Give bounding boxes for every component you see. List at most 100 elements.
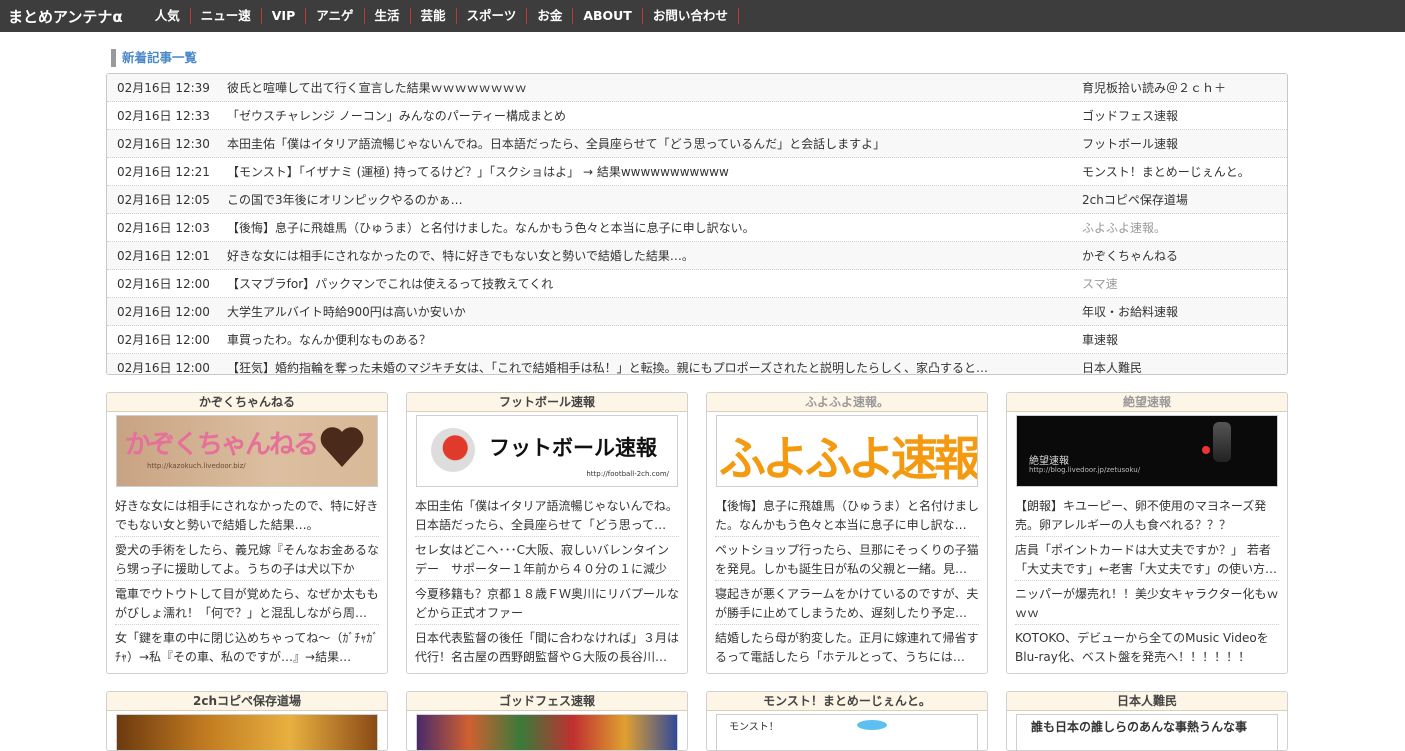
banner-logo-text: フットボール速報 [489, 436, 657, 460]
nav-item-vip[interactable]: VIP [262, 8, 307, 24]
news-site-link[interactable]: 育児板拾い読み＠２ｃｈ＋ [1082, 79, 1282, 96]
nav-item-entertainment[interactable]: 芸能 [411, 8, 457, 24]
news-time: 02月16日 12:33 [117, 109, 210, 123]
site-banner[interactable]: 誰も日本の誰しらのあんな事熱うんな事 [1016, 714, 1278, 750]
news-site-link[interactable]: 日本人難民 [1082, 359, 1282, 374]
news-title-link[interactable]: 【モンスト】「イザナミ (運極) 持ってるけど？」「スクショはよ」 → 結果ww… [227, 163, 1082, 180]
card-article-link[interactable]: 女「鍵を車の中に閉じ込めちゃってね～（ｶﾞﾁｬｶﾞﾁｬ）→私『その車、私のですが… [115, 625, 379, 669]
news-title-link[interactable]: 【後悔】息子に飛雄馬（ひゅうま）と名付けました。なんかもう色々と本当に息子に申し… [227, 219, 1082, 236]
site-card-zetsubou: 絶望速報 絶望速報 http://blog.livedoor.jp/zetuso… [1006, 392, 1288, 674]
card-article-link[interactable]: 寝起きが悪くアラームをかけているのですが、夫が勝手に止めてしまうため、遅刻したり… [715, 581, 979, 625]
news-title-link[interactable]: 【狂気】婚約指輪を奪った未婚のマジキチ女は、「これで結婚相手は私！」と転換。親に… [227, 359, 1082, 374]
site-banner[interactable]: モンスト！ [716, 714, 978, 750]
red-dot-icon [1202, 446, 1210, 454]
news-site-link[interactable]: フットボール速報 [1082, 135, 1282, 152]
site-banner[interactable]: ふよふよ速報。 [716, 415, 978, 487]
card-article-link[interactable]: セレ女はどこへ･･･C大阪、寂しいバレンタインデー サポーター１年前から４０分の… [415, 537, 679, 581]
news-title-link[interactable]: 車買ったわ。なんか便利なものある？ [227, 331, 1082, 348]
site-card-football: フットボール速報 フットボール速報 http://football-2ch.co… [406, 392, 688, 674]
news-row[interactable]: 02月16日 12:00 【スマブラfor】パックマンでこれは使えるって技教えてく… [107, 270, 1287, 298]
news-row[interactable]: 02月16日 12:33 「ゼウスチャレンジ ノーコン」みんなのパーティー構成まと… [107, 102, 1287, 130]
site-logo[interactable]: まとめアンテナα [0, 6, 145, 27]
news-row[interactable]: 02月16日 12:30 本田圭佑「僕はイタリア語流暢じゃないんでね。日本語だった… [107, 130, 1287, 158]
card-title-link[interactable]: 2chコピペ保存道場 [107, 692, 387, 711]
site-banner[interactable]: 絶望速報 http://blog.livedoor.jp/zetusoku/ [1016, 415, 1278, 487]
card-article-link[interactable]: 本田圭佑「僕はイタリア語流暢じゃないんでね。日本語だったら、全員座らせて「どう思… [415, 493, 679, 537]
news-time: 02月16日 12:03 [117, 221, 210, 235]
news-site-link[interactable]: スマ速 [1082, 275, 1282, 292]
nav-item-contact[interactable]: お問い合わせ [643, 8, 739, 24]
site-banner[interactable]: かぞくちゃんねる http://kazokuch.livedoor.biz/ [116, 415, 378, 487]
news-site-link[interactable]: ゴッドフェス速報 [1082, 107, 1282, 124]
news-title-link[interactable]: 彼氏と喧嘩して出て行く宣言した結果ｗｗｗｗｗｗｗｗ [227, 79, 1082, 96]
nav-item-life[interactable]: 生活 [365, 8, 411, 24]
news-time: 02月16日 12:00 [117, 333, 210, 347]
card-title-link[interactable]: 日本人難民 [1007, 692, 1287, 711]
news-row[interactable]: 02月16日 12:00 大学生アルバイト時給900円は高いか安いか 年収・お給料速… [107, 298, 1287, 326]
card-article-link[interactable]: 店員「ポイントカードは大丈夫ですか？」 若者「大丈夫です」←老害「大丈夫です」の… [1015, 537, 1279, 581]
figure-silhouette [1213, 422, 1231, 462]
news-site-link[interactable]: 車速報 [1082, 331, 1282, 348]
news-row[interactable]: 02月16日 12:21 【モンスト】「イザナミ (運極) 持ってるけど？」「スク… [107, 158, 1287, 186]
site-card-nanmin: 日本人難民 誰も日本の誰しらのあんな事熱うんな事 [1006, 691, 1288, 751]
news-row[interactable]: 02月16日 12:00 車買ったわ。なんか便利なものある？ 車速報 [107, 326, 1287, 354]
card-article-link[interactable]: KOTOKO、デビューから全てのMusic VideoをBlu-ray化、ベスト… [1015, 625, 1279, 669]
news-title-link[interactable]: この国で3年後にオリンピックやるのかぁ… [227, 191, 1082, 208]
news-time: 02月16日 12:01 [117, 249, 210, 263]
news-row[interactable]: 02月16日 12:39 彼氏と喧嘩して出て行く宣言した結果ｗｗｗｗｗｗｗｗ 育児板… [107, 74, 1287, 102]
news-title-link[interactable]: 本田圭佑「僕はイタリア語流暢じゃないんでね。日本語だったら、全員座らせて「どう思… [227, 135, 1082, 152]
nav-item-news[interactable]: ニュー速 [191, 8, 262, 24]
card-article-link[interactable]: 愛犬の手術をしたら、義兄嫁『そんなお金あるなら甥っ子に援助してよ。うちの子は犬以… [115, 537, 379, 581]
news-title-link[interactable]: 大学生アルバイト時給900円は高いか安いか [227, 303, 1082, 320]
card-article-link[interactable]: 【後悔】息子に飛雄馬（ひゅうま）と名付けました。なんかもう色々と本当に息子に申し… [715, 493, 979, 537]
card-title-link[interactable]: モンスト！まとめーじぇんと。 [707, 692, 987, 711]
nav-item-popular[interactable]: 人気 [145, 8, 191, 24]
news-site-link[interactable]: モンスト！まとめーじぇんと。 [1082, 163, 1282, 180]
news-title-link[interactable]: 【スマブラfor】パックマンでこれは使えるって技教えてくれ [227, 275, 1082, 292]
banner-url: http://football-2ch.com/ [586, 470, 669, 478]
ball-icon [431, 428, 475, 472]
card-article-link[interactable]: 電車でウトウトして目が覚めたら、なぜか太ももがびしょ濡れ！「何で？」と混乱しなが… [115, 581, 379, 625]
news-site-link[interactable]: 2chコピペ保存道場 [1082, 191, 1282, 208]
card-title-link[interactable]: ふよふよ速報。 [707, 393, 987, 412]
site-banner[interactable] [116, 714, 378, 750]
card-article-list: 好きな女には相手にされなかったので、特に好きでもない女と勢いで結婚した結果…。 … [107, 493, 387, 669]
news-row[interactable]: 02月16日 12:00 【狂気】婚約指輪を奪った未婚のマジキチ女は、「これで結婚… [107, 354, 1287, 375]
news-row[interactable]: 02月16日 12:03 【後悔】息子に飛雄馬（ひゅうま）と名付けました。なんかも… [107, 214, 1287, 242]
card-title-link[interactable]: かぞくちゃんねる [107, 393, 387, 412]
nav-item-about[interactable]: ABOUT [573, 8, 643, 24]
news-title-link[interactable]: 好きな女には相手にされなかったので、特に好きでもない女と勢いで結婚した結果…。 [227, 247, 1082, 264]
news-title-link[interactable]: 「ゼウスチャレンジ ノーコン」みんなのパーティー構成まとめ [227, 107, 1082, 124]
banner-logo-text: ふよふよ速報。 [719, 432, 977, 487]
nav-item-sports[interactable]: スポーツ [457, 8, 528, 24]
news-list: 02月16日 12:39 彼氏と喧嘩して出て行く宣言した結果ｗｗｗｗｗｗｗｗ 育児板… [106, 73, 1288, 375]
site-banner[interactable]: フットボール速報 http://football-2ch.com/ [416, 415, 678, 487]
card-article-list: 【朗報】キユーピー、卵不使用のマヨネーズ発売。卵アレルギーの人も食べれる？？？ … [1007, 493, 1287, 669]
card-article-link[interactable]: 今夏移籍も？京都１８歳ＦＷ奥川にリバプールなどから正式オファー [415, 581, 679, 625]
card-article-link[interactable]: ペットショップ行ったら、旦那にそっくりの子猫を発見。しかも誕生日が私の父親と一緒… [715, 537, 979, 581]
news-time: 02月16日 12:30 [117, 137, 210, 151]
card-article-link[interactable]: 【朗報】キユーピー、卵不使用のマヨネーズ発売。卵アレルギーの人も食べれる？？？ [1015, 493, 1279, 537]
nav-item-anige[interactable]: アニゲ [306, 8, 365, 24]
nav-menu: 人気 ニュー速 VIP アニゲ 生活 芸能 スポーツ お金 ABOUT お問い合… [145, 0, 739, 32]
card-article-link[interactable]: 結婚したら母が豹変した。正月に嫁連れて帰省するって電話したら「ホテルとって、うち… [715, 625, 979, 669]
card-article-link[interactable]: ニッパーが爆売れ！！美少女キャラクター化もｗｗｗ [1015, 581, 1279, 625]
site-card-godfes: ゴッドフェス速報 [406, 691, 688, 751]
news-time: 02月16日 12:21 [117, 165, 210, 179]
card-title-link[interactable]: フットボール速報 [407, 393, 687, 412]
site-card-kazoku: かぞくちゃんねる かぞくちゃんねる http://kazokuch.livedo… [106, 392, 388, 674]
news-site-link[interactable]: ふよふよ速報。 [1082, 219, 1282, 236]
banner-logo-text: 誰も日本の誰しらのあんな事熱うんな事 [1031, 720, 1248, 734]
news-site-link[interactable]: 年収・お給料速報 [1082, 303, 1282, 320]
card-title-link[interactable]: 絶望速報 [1007, 393, 1287, 412]
news-row[interactable]: 02月16日 12:01 好きな女には相手にされなかったので、特に好きでもない女と… [107, 242, 1287, 270]
card-title-link[interactable]: ゴッドフェス速報 [407, 692, 687, 711]
news-site-link[interactable]: かぞくちゃんねる [1082, 247, 1282, 264]
banner-logo-text: 絶望速報 [1029, 456, 1069, 467]
card-article-link[interactable]: 日本代表監督の後任「間に合わなければ」３月は代行！名古屋の西野朗監督やＧ大阪の長… [415, 625, 679, 669]
news-time: 02月16日 12:00 [117, 361, 210, 375]
nav-item-money[interactable]: お金 [527, 8, 574, 24]
site-banner[interactable] [416, 714, 678, 750]
card-article-link[interactable]: 好きな女には相手にされなかったので、特に好きでもない女と勢いで結婚した結果…。 [115, 493, 379, 537]
news-row[interactable]: 02月16日 12:05 この国で3年後にオリンピックやるのかぁ… 2chコピペ保存… [107, 186, 1287, 214]
